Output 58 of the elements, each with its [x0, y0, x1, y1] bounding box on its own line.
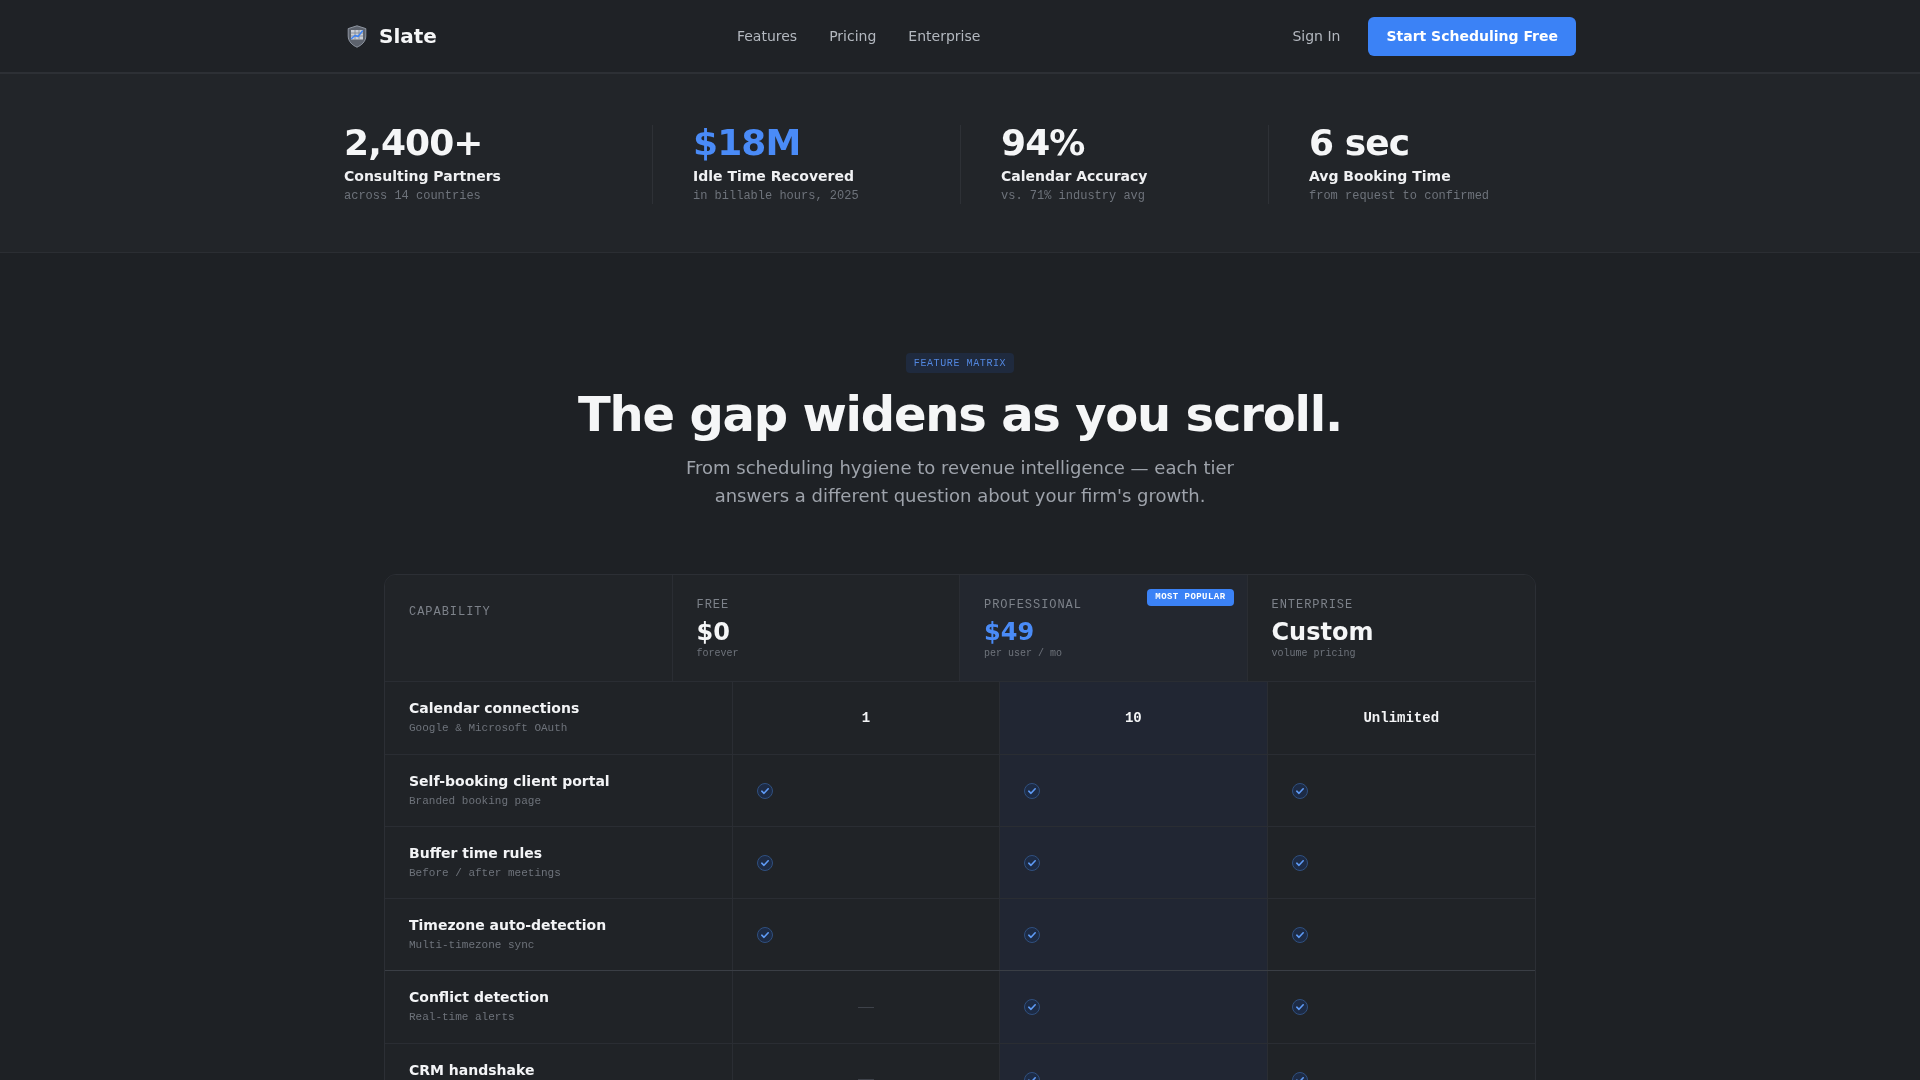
popular-badge: MOST POPULAR [1147, 589, 1234, 607]
check-icon [1291, 999, 1308, 1016]
feature-name: Calendar connections [409, 699, 581, 719]
tier-name: ENTERPRISE [1271, 597, 1355, 614]
stat-label: Idle Time Recovered [693, 167, 855, 186]
check-icon [1024, 999, 1041, 1016]
feature-name: Timezone auto-detection [409, 916, 608, 936]
feature-description: Real-time alerts [409, 1010, 516, 1026]
check-icon [756, 854, 773, 871]
tier-name: PROFESSIONAL [984, 597, 1083, 614]
check-icon [756, 926, 773, 943]
tier-price: Custom [1271, 617, 1375, 648]
stat-label: Avg Booking Time [1309, 167, 1452, 186]
tier-note: volume pricing [1271, 647, 1357, 662]
stat-value: $18M [693, 125, 802, 161]
tier-note: forever [696, 647, 740, 662]
stat-note: vs. 71% industry avg [1001, 188, 1147, 204]
stat-label: Consulting Partners [344, 167, 502, 186]
check-icon [1024, 782, 1041, 799]
feature-name: Buffer time rules [409, 844, 544, 864]
tier-price: $49 [984, 617, 1036, 648]
column-heading: CAPABILITY [409, 605, 491, 620]
check-icon [1024, 926, 1041, 943]
feature-description: Branded booking page [409, 794, 543, 810]
tier-note: per user / mo [984, 647, 1063, 662]
tier-name: FREE [696, 597, 731, 614]
sign-in-link[interactable]: Sign In [1292, 25, 1341, 47]
nav-link[interactable]: Features [736, 25, 798, 47]
stat-note: across 14 countries [344, 188, 482, 204]
feature-description: Multi-timezone sync [409, 938, 536, 954]
table-cell: 10 [1000, 682, 1268, 755]
feature-description: Google & Microsoft OAuth [409, 721, 569, 737]
table-cell-text: Unlimited [1362, 708, 1441, 728]
stat-value: 6 sec [1309, 125, 1411, 161]
feature-description: Before / after meetings [409, 866, 562, 882]
check-icon [756, 782, 773, 799]
feature-name: CRM handshake [409, 1061, 536, 1080]
check-icon [1024, 854, 1041, 871]
section-title: The gap widens as you scroll. [578, 387, 1342, 443]
nav-link[interactable]: Pricing [829, 25, 877, 47]
dash-icon [857, 1006, 874, 1008]
stat-note: from request to confirmed [1309, 188, 1491, 204]
stat-note: in billable hours, 2025 [693, 188, 860, 204]
brand-name[interactable]: Slate [379, 21, 437, 51]
feature-name: Self-booking client portal [409, 772, 611, 792]
check-icon [1291, 854, 1308, 871]
cta-button[interactable]: Start Scheduling Free [1368, 16, 1576, 56]
stat-value: 94% [1001, 125, 1086, 161]
check-icon [1291, 926, 1308, 943]
section-subtitle: From scheduling hygiene to revenue intelligence — each tier answers a different question about your firm's growth. [685, 456, 1235, 509]
tier-price: $0 [696, 617, 731, 648]
stat-value: 2,400+ [344, 125, 484, 161]
section-badge: FEATURE MATRIX [905, 353, 1015, 373]
feature-name: Conflict detection [409, 988, 550, 1008]
shield-icon [347, 24, 367, 48]
nav-link[interactable]: Enterprise [908, 25, 981, 47]
stat-label: Calendar Accuracy [1001, 167, 1149, 186]
check-icon [1291, 782, 1308, 799]
